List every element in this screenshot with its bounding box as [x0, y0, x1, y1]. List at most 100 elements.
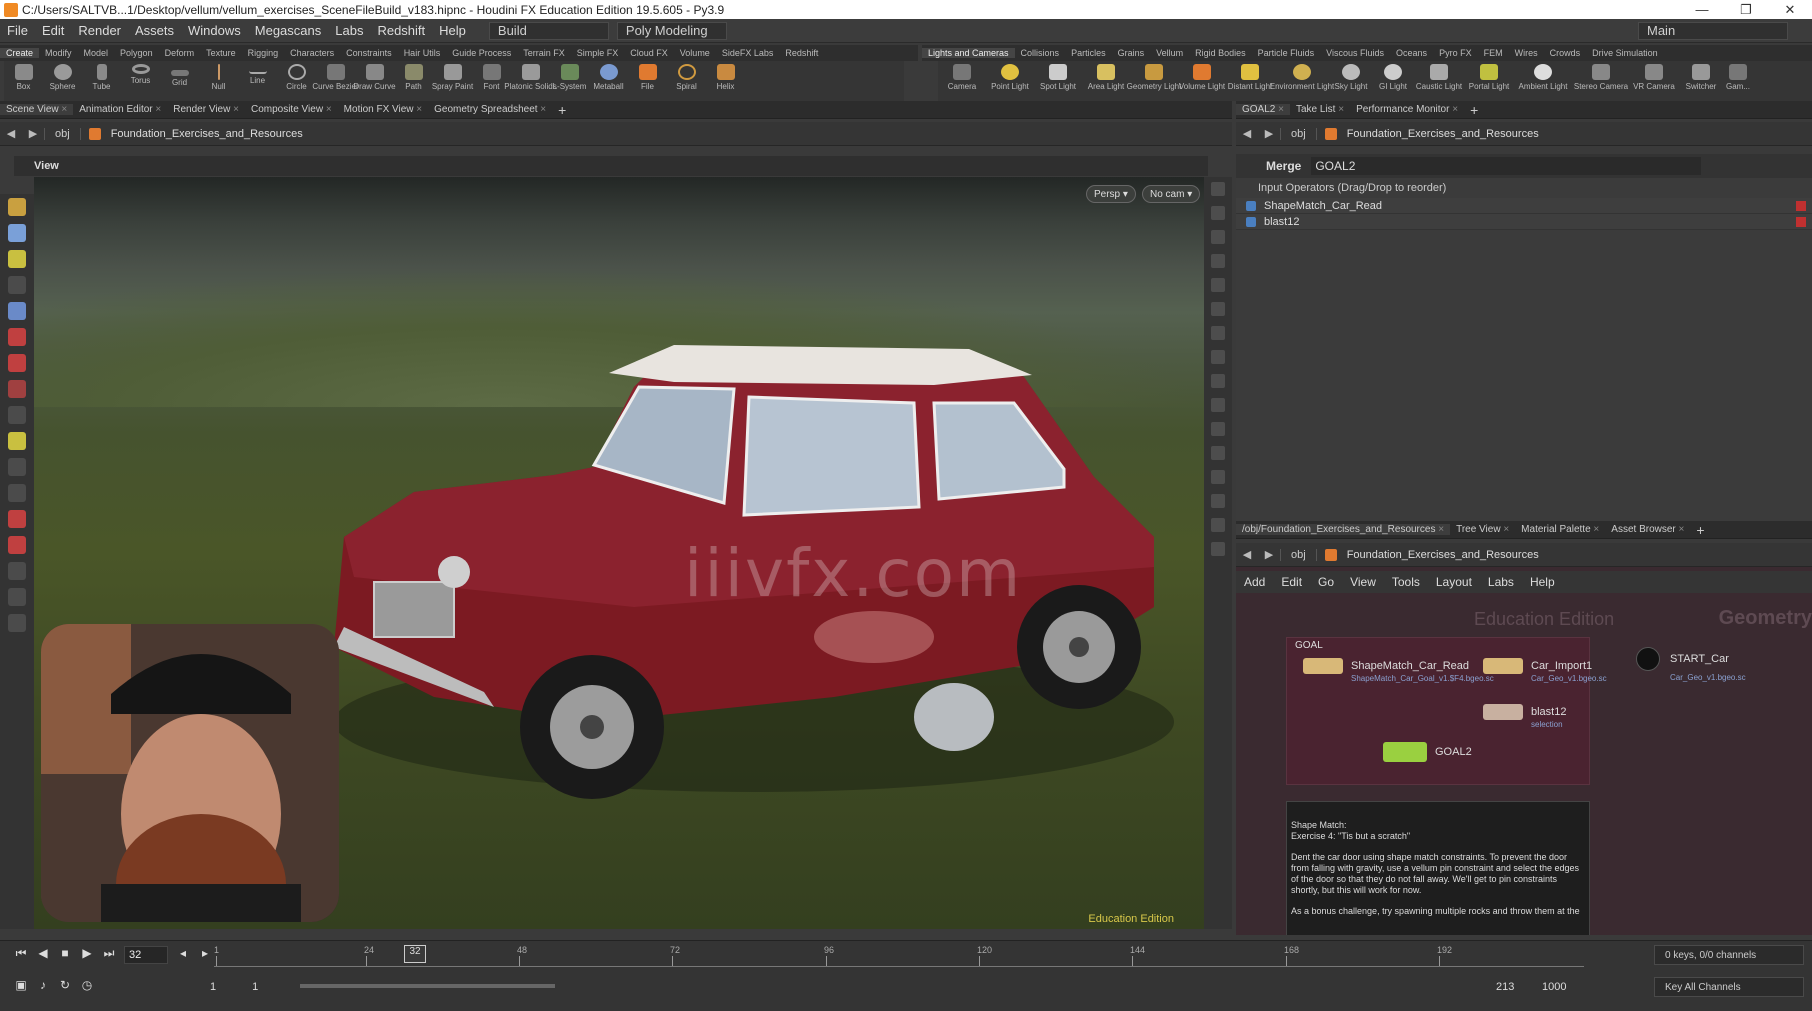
tab-animation-editor[interactable]: Animation Editor — [73, 104, 167, 115]
distant-light-tool[interactable]: Distant Light — [1226, 61, 1274, 91]
audio-icon[interactable]: ♪ — [32, 978, 54, 996]
render-region-icon[interactable] — [8, 562, 26, 580]
path-context[interactable]: obj — [1280, 548, 1317, 561]
node-goal2[interactable]: GOAL2 — [1383, 742, 1472, 762]
shelf-tab[interactable]: Viscous Fluids — [1320, 48, 1390, 58]
shelf-tab[interactable]: Create — [0, 48, 40, 58]
current-frame-field[interactable]: 32 — [124, 946, 168, 964]
geometry-light-tool[interactable]: Geometry Light — [1127, 61, 1181, 91]
shelf-tab[interactable]: Particle Fluids — [1252, 48, 1321, 58]
shelf-tab[interactable]: Oceans — [1390, 48, 1433, 58]
pose-icon[interactable] — [8, 250, 26, 268]
shelf-tab[interactable]: Constraints — [340, 48, 398, 58]
close-button[interactable]: ✕ — [1768, 2, 1812, 18]
shelf-tab[interactable]: Drive Simulation — [1586, 48, 1664, 58]
path-network[interactable]: Foundation_Exercises_and_Resources — [101, 128, 303, 140]
forward-arrow-icon[interactable]: ▶ — [1258, 548, 1280, 561]
sticky-note[interactable]: Shape Match: Exercise 4: "Tis but a scra… — [1286, 801, 1590, 935]
jump-start-icon[interactable]: ⏮ — [10, 946, 32, 964]
tab-tree-view[interactable]: Tree View — [1450, 524, 1515, 535]
tab-performance-monitor[interactable]: Performance Monitor — [1350, 104, 1464, 115]
snap-curve-icon[interactable] — [8, 536, 26, 554]
select-icon[interactable] — [8, 198, 26, 216]
curve-bezier-tool[interactable]: Curve Bezier — [312, 61, 359, 91]
torus-tool[interactable]: Torus — [121, 61, 160, 85]
net-menu-edit[interactable]: Edit — [1273, 575, 1310, 589]
back-arrow-icon[interactable]: ◀ — [1236, 548, 1258, 561]
shading-icon[interactable] — [1211, 254, 1225, 268]
play-reverse-icon[interactable]: ◀ — [32, 946, 54, 964]
net-menu-view[interactable]: View — [1342, 575, 1384, 589]
network-editor[interactable]: Education Edition Geometry GOAL ShapeMat… — [1236, 567, 1812, 935]
minimize-button[interactable]: — — [1680, 2, 1724, 17]
uv-icon[interactable] — [1211, 494, 1225, 508]
range-end-field-2[interactable]: 1000 — [1542, 981, 1566, 993]
desktop-main-selector[interactable]: Main — [1638, 21, 1788, 40]
shelf-tab[interactable]: SideFX Labs — [716, 48, 780, 58]
menu-megascans[interactable]: Megascans — [248, 23, 328, 38]
path-network[interactable]: Foundation_Exercises_and_Resources — [1337, 128, 1539, 140]
rotate-icon[interactable] — [8, 354, 26, 372]
ambient-light-tool[interactable]: Ambient Light — [1514, 61, 1572, 91]
pointer-icon[interactable] — [8, 276, 26, 294]
shelf-tab[interactable]: Redshift — [779, 48, 824, 58]
shelf-tab[interactable]: FEM — [1478, 48, 1509, 58]
maximize-button[interactable]: ❐ — [1724, 2, 1768, 18]
pivot-icon[interactable] — [8, 432, 26, 450]
point-light-tool[interactable]: Point Light — [986, 61, 1034, 91]
menu-assets[interactable]: Assets — [128, 23, 181, 38]
stereo-camera-tool[interactable]: Stereo Camera — [1572, 61, 1630, 91]
clock-icon[interactable]: ◷ — [76, 978, 98, 996]
transform-icon[interactable] — [8, 224, 26, 242]
vr-camera-tool[interactable]: VR Camera — [1630, 61, 1678, 91]
shelf-tab[interactable]: Grains — [1112, 48, 1151, 58]
menu-windows[interactable]: Windows — [181, 23, 248, 38]
info-icon[interactable] — [1211, 542, 1225, 556]
file-tool[interactable]: File — [628, 61, 667, 91]
key-all-channels-button[interactable]: Key All Channels — [1654, 977, 1804, 997]
sky-light-tool[interactable]: Sky Light — [1330, 61, 1372, 91]
remove-input-icon[interactable] — [1796, 200, 1806, 211]
input-operator-row[interactable]: blast12 — [1236, 214, 1812, 230]
range-end-field[interactable]: 213 — [1496, 981, 1514, 993]
tab-goal2[interactable]: GOAL2 — [1236, 104, 1290, 115]
display-icon[interactable] — [1211, 182, 1225, 196]
switcher-tool[interactable]: Switcher — [1678, 61, 1724, 91]
view-icon[interactable] — [8, 458, 26, 476]
shelf-tab[interactable]: Collisions — [1015, 48, 1066, 58]
realtime-icon[interactable]: ▣ — [10, 978, 32, 996]
step-forward-icon[interactable]: ▸ — [194, 946, 216, 964]
point-icon[interactable] — [1211, 374, 1225, 388]
menu-help[interactable]: Help — [432, 23, 473, 38]
net-menu-add[interactable]: Add — [1236, 575, 1273, 589]
loop-icon[interactable]: ↻ — [54, 978, 76, 996]
back-arrow-icon[interactable]: ◀ — [1236, 127, 1258, 140]
input-operator-row[interactable]: ShapeMatch_Car_Read — [1236, 198, 1812, 214]
shelf-tab[interactable]: Rigging — [242, 48, 285, 58]
tab-geometry-spreadsheet[interactable]: Geometry Spreadsheet — [428, 104, 552, 115]
scale-icon[interactable] — [8, 380, 26, 398]
node-shapematch-car-read[interactable]: ShapeMatch_Car_Read ShapeMatch_Car_Goal_… — [1303, 658, 1494, 683]
sphere-tool[interactable]: Sphere — [43, 61, 82, 91]
tab-network-path[interactable]: /obj/Foundation_Exercises_and_Resources — [1236, 524, 1451, 535]
lock-icon[interactable] — [8, 302, 26, 320]
shelf-tab[interactable]: Guide Process — [446, 48, 517, 58]
shelf-tab[interactable]: Cloud FX — [624, 48, 674, 58]
menu-render[interactable]: Render — [71, 23, 128, 38]
remove-input-icon[interactable] — [1796, 216, 1806, 227]
timeline-playhead[interactable]: 32 — [404, 945, 426, 963]
shelf-tab[interactable]: Texture — [200, 48, 242, 58]
camera-tool[interactable]: Camera — [938, 61, 986, 91]
add-tab-button[interactable]: + — [1690, 522, 1710, 538]
shelf-tab[interactable]: Deform — [159, 48, 201, 58]
spot-light-tool[interactable]: Spot Light — [1034, 61, 1082, 91]
shelf-tab[interactable]: Pyro FX — [1433, 48, 1478, 58]
environment-light-tool[interactable]: Environment Light — [1270, 61, 1334, 91]
background-icon[interactable] — [1211, 518, 1225, 532]
shelf-tab[interactable]: Rigid Bodies — [1189, 48, 1252, 58]
tab-scene-view[interactable]: Scene View — [0, 104, 74, 115]
tube-tool[interactable]: Tube — [82, 61, 121, 91]
back-arrow-icon[interactable]: ◀ — [0, 127, 22, 140]
grid-tool[interactable]: Grid — [160, 61, 199, 87]
forward-arrow-icon[interactable]: ▶ — [22, 127, 44, 140]
